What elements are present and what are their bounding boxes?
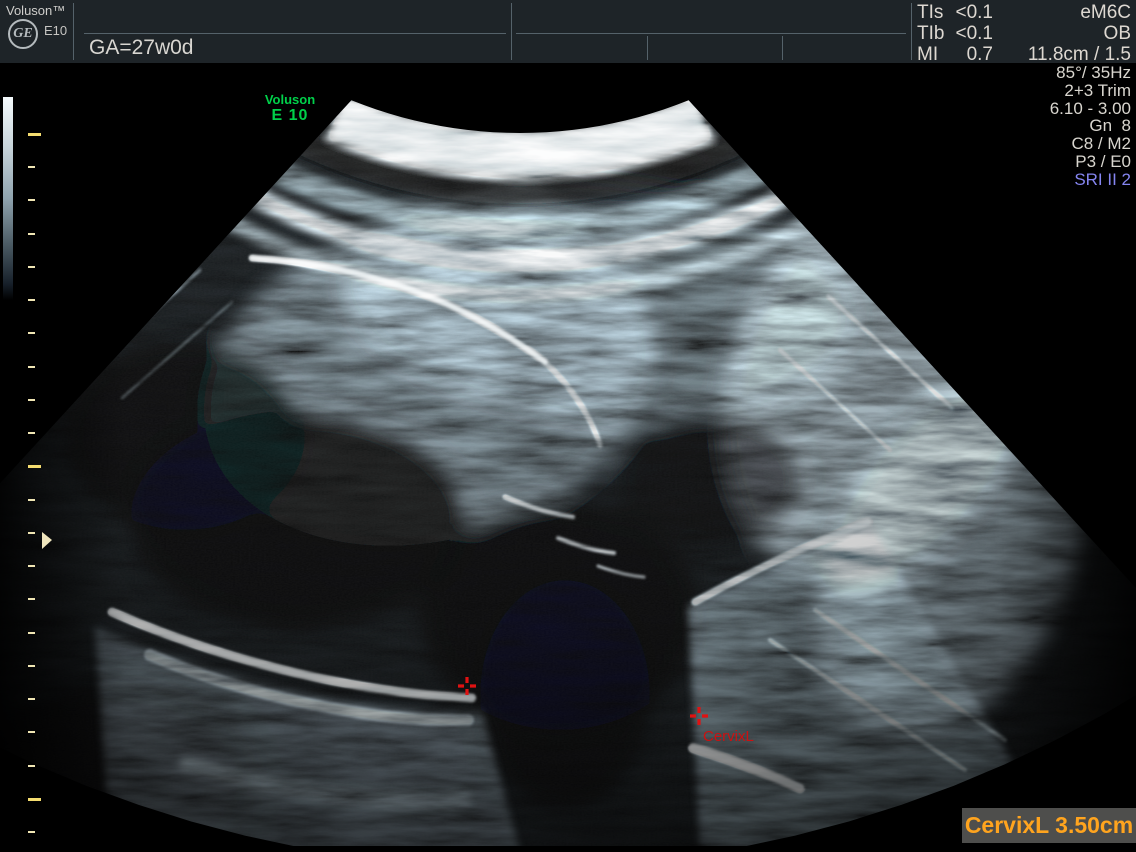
depth-tick-minor (28, 499, 35, 501)
param-sri: SRI II 2 (1050, 171, 1131, 189)
caliper-label: CervixL (703, 728, 754, 745)
edge-shading (0, 0, 1136, 852)
depth-tick-minor (28, 765, 35, 767)
divider (84, 33, 506, 34)
param-persistence: P3 / E0 (1050, 153, 1131, 171)
status-bar: Voluson™ GE E10 GA=27w0d TIs <0.1 TIb <0… (0, 0, 1136, 63)
preset-name: OB (931, 23, 1131, 45)
depth-tick-major (28, 133, 41, 136)
focus-marker-icon[interactable] (42, 532, 52, 549)
probe-name: eM6C (931, 2, 1131, 24)
param-gain: Gn 8 (1050, 117, 1131, 135)
ultrasound-screen: CervixL Voluson™ GE E10 GA=27w0d TIs <0.… (0, 0, 1136, 852)
divider (73, 3, 74, 60)
depth-tick-major (28, 465, 41, 468)
depth-tick-major (28, 798, 41, 801)
depth-zoom: 11.8cm / 1.5 (931, 44, 1131, 66)
watermark-line1: Voluson (258, 92, 322, 107)
brand-name: Voluson™ (6, 3, 65, 18)
image-parameters: 85°/ 35Hz 2+3 Trim 6.10 - 3.00 Gn 8 C8 /… (1050, 64, 1131, 189)
depth-tick-minor (28, 598, 35, 600)
ge-logo-icon: GE (8, 19, 38, 49)
depth-tick-minor (28, 731, 35, 733)
depth-tick-minor (28, 266, 35, 268)
gestational-age: GA=27w0d (89, 36, 194, 60)
depth-tick-minor (28, 399, 35, 401)
grayscale-bar (3, 97, 13, 300)
system-model: E10 (44, 23, 67, 38)
divider (647, 36, 648, 60)
depth-tick-minor (28, 565, 35, 567)
param-frequency: 6.10 - 3.00 (1050, 100, 1131, 118)
depth-tick-minor (28, 632, 35, 634)
divider (516, 33, 906, 34)
param-sector-framerate: 85°/ 35Hz (1050, 64, 1131, 82)
depth-tick-minor (28, 532, 35, 534)
depth-tick-minor (28, 299, 35, 301)
divider (782, 36, 783, 60)
depth-tick-minor (28, 665, 35, 667)
depth-tick-minor (28, 831, 35, 833)
divider (911, 3, 912, 60)
sector-fan (0, 0, 1136, 852)
measurement-result: CervixL 3.50cm (962, 808, 1136, 843)
voluson-watermark: Voluson E 10 (258, 92, 322, 125)
watermark-line2: E 10 (258, 107, 322, 125)
depth-tick-minor (28, 233, 35, 235)
depth-tick-minor (28, 366, 35, 368)
bottom-mask (0, 846, 1136, 852)
divider (511, 3, 512, 60)
depth-tick-minor (28, 698, 35, 700)
param-map: C8 / M2 (1050, 135, 1131, 153)
depth-tick-minor (28, 199, 35, 201)
param-trim: 2+3 Trim (1050, 82, 1131, 100)
bmode-image: CervixL (0, 0, 1136, 852)
depth-tick-minor (28, 432, 35, 434)
depth-tick-minor (28, 332, 35, 334)
depth-tick-minor (28, 166, 35, 168)
